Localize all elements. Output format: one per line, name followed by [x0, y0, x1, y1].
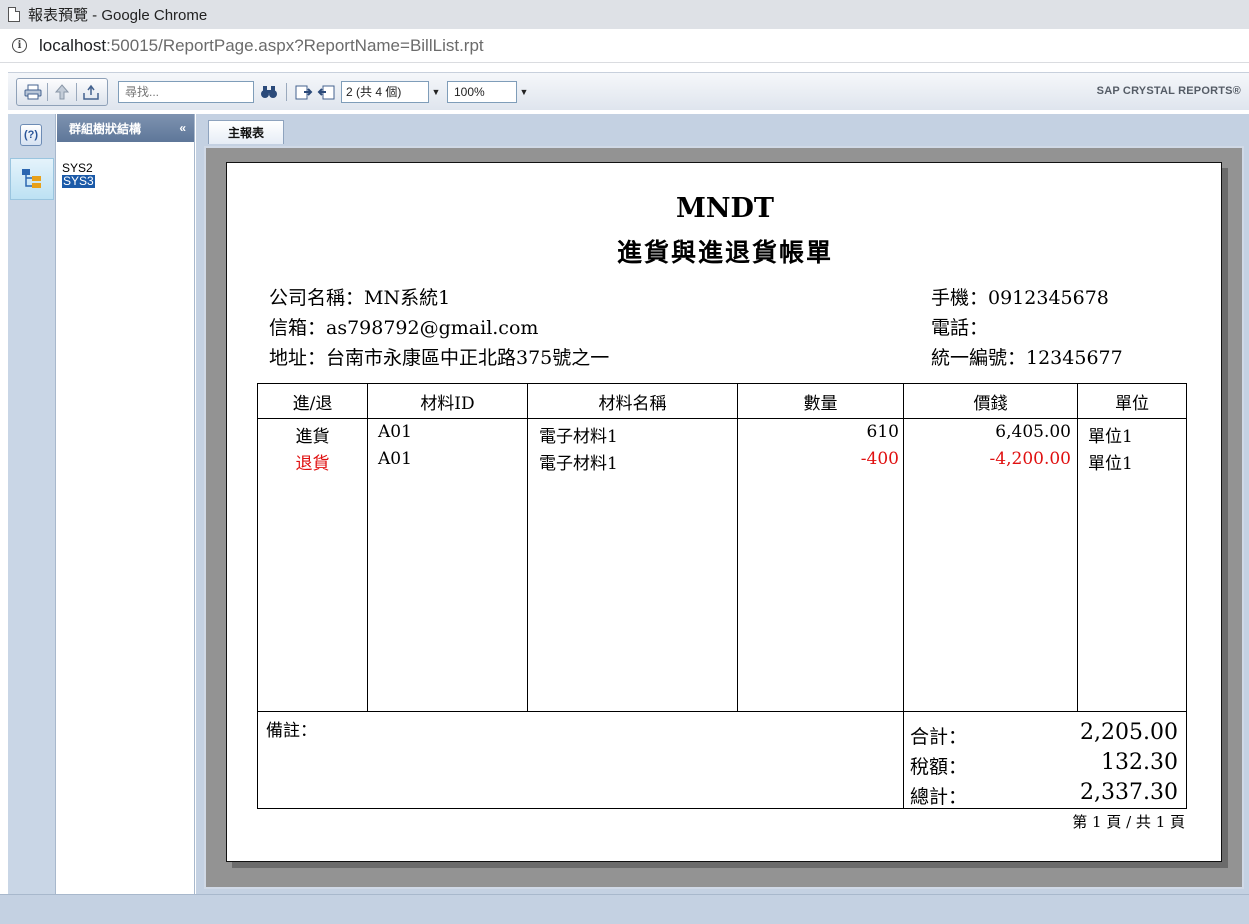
- tab-main-report[interactable]: 主報表: [208, 120, 284, 144]
- report-company: MNDT: [675, 193, 775, 224]
- column-divider: [367, 384, 368, 711]
- site-info-icon[interactable]: i: [12, 38, 27, 53]
- page-info: 第 1 頁 / 共 1 頁: [1072, 813, 1185, 831]
- cell-material-name: 電子材料1: [539, 454, 618, 474]
- total-label: 總計：: [910, 786, 968, 808]
- cell-price: -4,200.00: [989, 449, 1071, 469]
- header-divider: [258, 418, 1186, 419]
- report-main-area: 主報表 MNDT 進貨與進退貨帳單 公司名稱：MN系統1 信箱：as798792…: [196, 114, 1249, 894]
- cell-type: 進貨: [295, 427, 330, 447]
- search-input[interactable]: [118, 80, 254, 103]
- toolbar-separator: [286, 82, 287, 101]
- printer-icon: [24, 84, 42, 99]
- next-page-icon: [295, 85, 313, 99]
- address-bar[interactable]: i localhost:50015/ReportPage.aspx?Report…: [0, 29, 1249, 63]
- total-value: 2,337.30: [1080, 780, 1178, 805]
- column-header: 價錢: [973, 394, 1008, 414]
- footer-divider: [258, 711, 1186, 712]
- column-divider: [527, 384, 528, 711]
- zoom-select[interactable]: 100%: [447, 80, 517, 103]
- column-divider: [903, 384, 904, 808]
- tax-label: 稅額：: [910, 756, 968, 778]
- cell-qty: 610: [866, 422, 899, 442]
- subtotal-value: 2,205.00: [1080, 720, 1178, 745]
- tab-bar: 主報表: [196, 114, 1249, 144]
- cell-type: 退貨: [295, 454, 330, 474]
- column-header: 單位: [1115, 394, 1149, 414]
- cell-qty: -400: [860, 449, 899, 469]
- url-path: :50015/ReportPage.aspx?ReportName=BillLi…: [106, 35, 484, 55]
- url-host: localhost: [39, 35, 107, 55]
- browser-title-bar: 報表預覽 - Google Chrome: [0, 0, 1249, 29]
- group-tree-icon: [22, 169, 41, 188]
- company-name: 公司名稱：MN系統1: [269, 287, 451, 309]
- mobile: 手機：0912345678: [931, 287, 1109, 309]
- tree-item-selected[interactable]: SYS3: [62, 175, 194, 188]
- binoculars-icon: [261, 85, 277, 98]
- export-icon: [83, 84, 99, 100]
- page-select[interactable]: 2 (共 4 個): [341, 80, 429, 103]
- export-button[interactable]: [79, 81, 103, 103]
- window-title: 報表預覽 - Google Chrome: [28, 7, 208, 24]
- subtotal-label: 合計：: [910, 726, 968, 748]
- collapse-icon[interactable]: «: [179, 121, 186, 135]
- cell-material-id: A01: [378, 449, 412, 469]
- help-button[interactable]: (?): [20, 124, 42, 146]
- address: 地址：台南市永康區中正北路375號之一: [269, 347, 610, 369]
- previous-page-button[interactable]: [315, 81, 337, 103]
- group-tree-panel: 群組樹狀結構 « SYS2 SYS3: [57, 114, 195, 894]
- cell-material-id: A01: [378, 422, 412, 442]
- next-page-button[interactable]: [293, 81, 315, 103]
- cell-material-name: 電子材料1: [539, 427, 618, 447]
- tax-id: 統一編號：12345677: [931, 347, 1123, 369]
- find-button[interactable]: [258, 81, 280, 103]
- page-select-value: 2 (共 4 個): [346, 85, 402, 99]
- toolbar-separator: [47, 82, 48, 101]
- help-icon: (?): [23, 129, 39, 141]
- cell-unit: 單位1: [1088, 454, 1133, 474]
- report-title: 進貨與進退貨帳單: [616, 238, 833, 267]
- cell-unit: 單位1: [1088, 427, 1133, 447]
- group-tree-list: SYS2 SYS3: [57, 142, 194, 188]
- phone: 電話：: [931, 317, 989, 339]
- group-tree-header: 群組樹狀結構 «: [57, 114, 194, 142]
- column-divider: [1077, 384, 1078, 711]
- print-button[interactable]: [21, 81, 45, 103]
- cell-price: 6,405.00: [995, 422, 1071, 442]
- previous-page-icon: [317, 85, 335, 99]
- group-tree-toggle[interactable]: [10, 158, 54, 200]
- column-header: 材料ID: [420, 394, 475, 414]
- brand-logo: SAP CRYSTAL REPORTS®: [1096, 85, 1241, 97]
- up-arrow-icon: [55, 83, 69, 99]
- chevron-down-icon[interactable]: ▼: [429, 87, 443, 97]
- remark-label: 備註：: [266, 721, 317, 741]
- report-viewer[interactable]: MNDT 進貨與進退貨帳單 公司名稱：MN系統1 信箱：as798792@gma…: [204, 146, 1244, 889]
- bill-table: 進/退 材料ID 材料名稱 數量 價錢 單位 進貨 A01 電子材料1 610 …: [257, 383, 1187, 809]
- column-header: 進/退: [292, 394, 333, 414]
- export-print-group: [16, 77, 108, 106]
- status-bar: [0, 894, 1249, 924]
- column-divider: [737, 384, 738, 711]
- group-tree-title: 群組樹狀結構: [69, 121, 142, 136]
- parent-report-button[interactable]: [50, 81, 74, 103]
- page-icon: [8, 7, 20, 22]
- side-panel-strip: (?): [8, 114, 56, 894]
- column-header: 材料名稱: [598, 394, 667, 414]
- chevron-down-icon[interactable]: ▼: [517, 87, 531, 97]
- zoom-value: 100%: [454, 84, 485, 99]
- report-page: MNDT 進貨與進退貨帳單 公司名稱：MN系統1 信箱：as798792@gma…: [226, 162, 1222, 862]
- email: 信箱：as798792@gmail.com: [269, 317, 539, 339]
- tax-value: 132.30: [1101, 750, 1178, 775]
- column-header: 數量: [803, 394, 838, 414]
- toolbar-separator: [76, 82, 77, 101]
- report-toolbar: 2 (共 4 個) ▼ 100% ▼ SAP CRYSTAL REPORTS®: [8, 72, 1249, 110]
